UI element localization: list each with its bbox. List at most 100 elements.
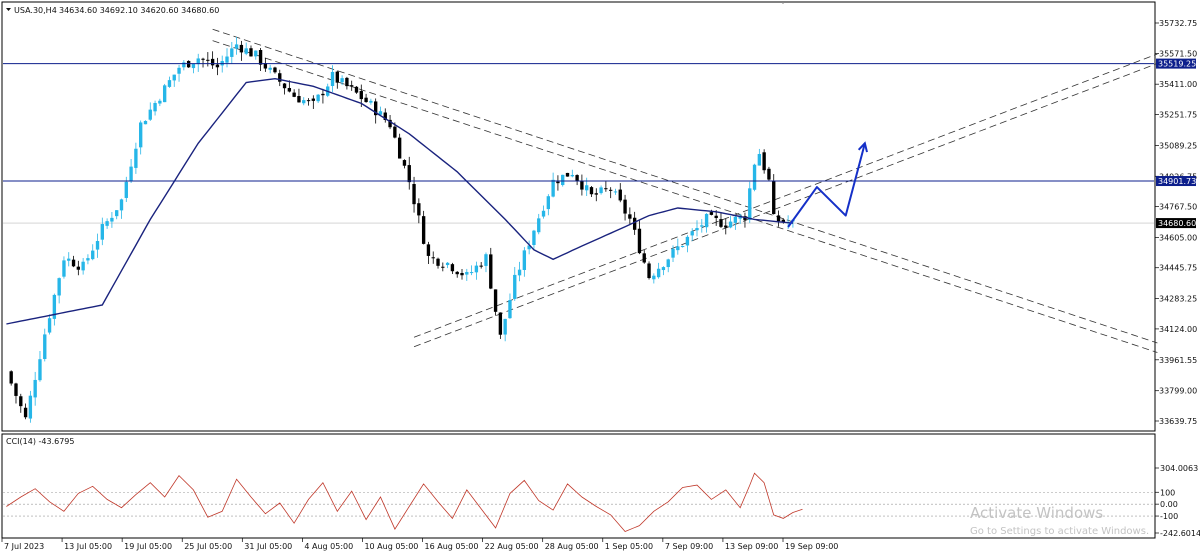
candle-body [551,179,555,197]
candle-body [623,199,627,214]
candle-body [714,215,718,219]
candle-body [244,48,248,54]
cci-tick-label: -100 [1160,512,1178,521]
candle-body [671,248,675,258]
candle-body [479,265,483,267]
candle-body [465,271,469,275]
ohlc-readout: 34634.60 34692.10 34620.60 34680.60 [59,6,219,15]
candle-body [340,78,344,83]
candle-body [210,58,215,66]
candle-body [57,278,61,296]
candle-body [302,100,306,104]
candle-body [532,230,536,245]
price-tick-label: 34605.00 [1159,233,1197,242]
cci-label: CCI(14) -43.6795 [6,437,74,446]
price-pane[interactable] [1,1,1156,432]
price-tick-label: 33961.55 [1159,356,1197,365]
candle-body [513,274,517,299]
candle-body [690,231,694,236]
activate-windows-title: Activate Windows [970,504,1103,522]
candle-body [632,217,637,230]
candle-body [9,371,13,384]
price-tick-label: 34124.00 [1159,325,1197,334]
candle-body [728,221,733,228]
candle-body [115,210,119,217]
candle-body [685,236,690,246]
candle-body [23,407,28,418]
activate-windows-subtitle: Go to Settings to activate Windows. [970,526,1149,537]
candle-body [350,85,354,87]
price-axis[interactable]: 35732.75 35571.50 35411.00 35251.75 35089.25… [1155,19,1197,426]
candle-body [642,253,646,263]
candle-body [733,216,738,223]
candle-body [772,181,776,214]
time-tick-label: 19 Sep 09:00 [785,542,838,551]
candle-body [546,196,551,210]
time-tick-label: 4 Aug 05:00 [304,542,353,551]
price-tick-label: 34445.75 [1159,264,1197,273]
candle-body [556,181,560,184]
candle-body [585,185,589,191]
candle-body [119,199,124,211]
candle-body [426,244,431,256]
cci-tick-label: 0.00 [1160,500,1178,509]
candle-body [215,64,220,68]
candle-body [695,228,699,231]
candle-body [258,50,263,65]
candle-body [62,260,66,277]
price-tick-label: 34767.50 [1159,203,1197,212]
candle-body [249,48,253,57]
candle-body [570,174,574,177]
candle-body [306,100,311,102]
time-axis[interactable]: 7 Jul 2023 13 Jul 05:00 19 Jul 05:00 25 Jul… [1,538,838,551]
candle-body [321,93,325,96]
candle-body [330,71,335,86]
candle-body [508,300,512,319]
candle-body [407,165,411,183]
symbol-label: USA.30,H4 [14,6,57,15]
candle-body [474,265,479,273]
time-tick-label: 13 Jul 05:00 [64,542,112,551]
candle-body [589,187,594,195]
candle-body [455,271,459,275]
candle-body [484,254,488,266]
candle-body [460,272,464,276]
candle-body [493,289,498,312]
candle-body [498,312,503,335]
candle-body [206,59,210,61]
candle-body [268,67,272,70]
time-tick-label: 1 Sep 05:00 [605,542,653,551]
trading-chart[interactable]: 35732.75 35571.50 35411.00 35251.75 35089.25… [0,0,1200,555]
candle-body [105,221,109,226]
candle-body [561,174,565,186]
candle-body [503,318,507,335]
candle-body [28,395,33,419]
candle-body [369,100,373,103]
candle-body [172,74,176,81]
candle-body [417,203,421,216]
candle-body [71,259,76,267]
candle-body [273,67,277,73]
candle-body [628,214,632,219]
candle-body [412,184,416,205]
cci-tick-label: -242.6014 [1160,529,1200,538]
candle-body [234,44,239,49]
candle-body [704,213,709,228]
candle-body [517,269,522,276]
candle-body [335,71,339,83]
candle-body [316,94,320,102]
candle-body [38,359,42,381]
candle-body [652,275,656,280]
candle-body [709,212,714,215]
price-tick-label: 35411.00 [1159,80,1197,89]
candle-body [397,137,402,159]
price-tick-label: 35732.75 [1159,19,1197,28]
candle-body [656,268,661,278]
candle-body [282,83,287,89]
candle-body [110,217,114,222]
candle-body [441,266,445,268]
candle-body [239,44,244,53]
cci-pane[interactable] [1,433,1156,539]
candle-body [345,77,349,87]
time-tick-label: 13 Sep 09:00 [725,542,778,551]
